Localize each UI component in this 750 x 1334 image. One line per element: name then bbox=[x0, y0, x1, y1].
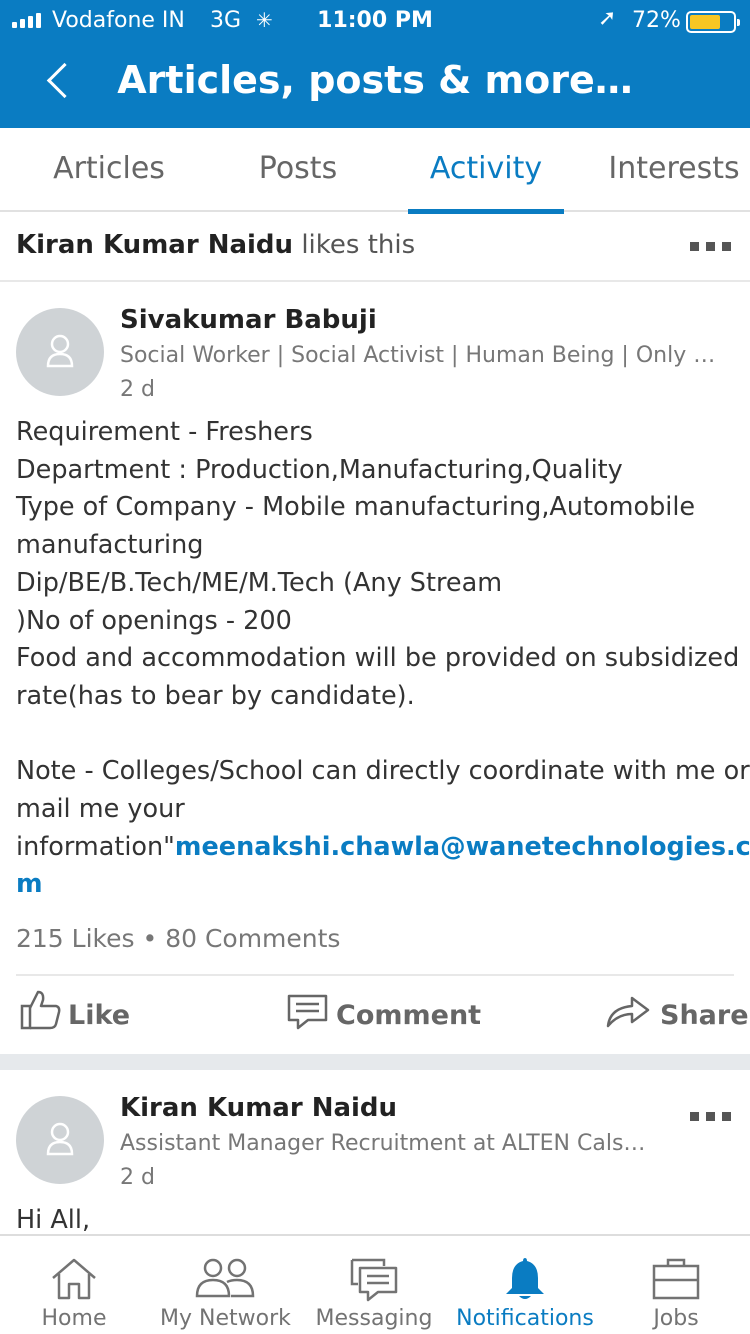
post-body-line: rate(has to bear by candidate). bbox=[16, 680, 415, 711]
email-link[interactable]: meenakshi.chawla@wanetechnologies.co bbox=[175, 832, 750, 862]
more-options-icon[interactable] bbox=[690, 242, 734, 252]
home-icon bbox=[52, 1258, 96, 1300]
avatar[interactable] bbox=[16, 308, 104, 396]
like-label: Like bbox=[68, 1000, 131, 1031]
activity-action: likes this bbox=[301, 230, 416, 260]
post-author[interactable]: Sivakumar Babuji bbox=[120, 305, 377, 335]
more-options-icon[interactable] bbox=[690, 1112, 734, 1122]
share-icon bbox=[606, 996, 650, 1028]
post-body-line: m bbox=[16, 866, 736, 904]
post-body-line: Requirement - Freshers bbox=[16, 417, 313, 447]
nav-notifications[interactable]: Notifications bbox=[456, 1236, 594, 1334]
app-header: Vodafone IN 3G ✳ 11:00 PM ➚ 72% Articles… bbox=[0, 0, 750, 128]
nav-jobs[interactable]: Jobs bbox=[616, 1236, 736, 1334]
likes-count[interactable]: 215 Likes bbox=[16, 924, 135, 953]
comments-count[interactable]: 80 Comments bbox=[165, 924, 340, 953]
activity-text: Kiran Kumar Naidu likes this bbox=[16, 230, 415, 260]
tab-posts[interactable]: Posts bbox=[204, 128, 392, 212]
comment-label: Comment bbox=[336, 1000, 482, 1031]
nav-notifications-label: Notifications bbox=[456, 1306, 594, 1331]
post-author[interactable]: Kiran Kumar Naidu bbox=[120, 1093, 397, 1123]
network-icon bbox=[195, 1258, 255, 1298]
thumbs-up-icon bbox=[20, 990, 61, 1030]
page-title: Articles, posts & more… bbox=[117, 58, 633, 102]
status-bar: Vodafone IN 3G ✳ 11:00 PM ➚ 72% bbox=[0, 0, 750, 40]
person-icon bbox=[46, 334, 74, 368]
post-body-prefix: information" bbox=[16, 831, 175, 862]
post-author-headline: Assistant Manager Recruitment at ALTEN C… bbox=[120, 1131, 650, 1156]
post-time: 2 d bbox=[120, 377, 155, 402]
bottom-nav: Home My Network Messaging Notifications bbox=[0, 1234, 750, 1334]
nav-my-network[interactable]: My Network bbox=[160, 1236, 291, 1334]
post-body-line: )No of openings - 200 bbox=[16, 605, 292, 636]
feed-separator bbox=[0, 1054, 750, 1070]
nav-jobs-label: Jobs bbox=[653, 1306, 699, 1331]
battery-icon bbox=[686, 11, 740, 33]
like-button[interactable]: Like bbox=[18, 986, 131, 1046]
location-arrow-icon: ➚ bbox=[598, 6, 617, 31]
tab-articles[interactable]: Articles bbox=[14, 128, 204, 212]
share-button[interactable]: Share bbox=[604, 986, 749, 1046]
battery-fill bbox=[690, 15, 720, 29]
post-body-line: Note - Colleges/School can directly coor… bbox=[16, 756, 750, 787]
tab-interests[interactable]: Interests bbox=[598, 128, 750, 212]
activity-header: Kiran Kumar Naidu likes this bbox=[0, 212, 750, 282]
post-body-line: Type of Company - Mobile manufacturing,A… bbox=[16, 492, 696, 523]
divider bbox=[16, 974, 734, 976]
nav-my-network-label: My Network bbox=[160, 1306, 291, 1331]
comment-button[interactable]: Comment bbox=[286, 986, 481, 1046]
avatar[interactable] bbox=[16, 1096, 104, 1184]
share-label: Share bbox=[660, 1000, 749, 1031]
post-time: 2 d bbox=[120, 1165, 155, 1190]
post-body-line: Department : Production,Manufacturing,Qu… bbox=[16, 454, 623, 485]
social-counts: 215 Likes • 80 Comments bbox=[16, 924, 340, 953]
count-separator: • bbox=[142, 924, 158, 953]
email-link-cont[interactable]: m bbox=[16, 869, 43, 899]
messaging-icon bbox=[350, 1258, 398, 1302]
post-body: Requirement - Freshers Department : Prod… bbox=[16, 414, 750, 904]
briefcase-icon bbox=[652, 1258, 700, 1300]
person-icon bbox=[46, 1122, 74, 1156]
post-author-headline: Social Worker | Social Activist | Human … bbox=[120, 343, 728, 368]
nav-home-label: Home bbox=[41, 1306, 107, 1331]
nav-messaging-label: Messaging bbox=[315, 1306, 433, 1331]
post-body-line: manufacturing bbox=[16, 530, 204, 561]
post-body-blank-line bbox=[16, 716, 736, 754]
battery-percent: 72% bbox=[632, 8, 681, 33]
post-body-line: Dip/BE/B.Tech/ME/M.Tech (Any Stream bbox=[16, 567, 503, 598]
nav-home[interactable]: Home bbox=[14, 1236, 134, 1334]
bell-icon bbox=[506, 1258, 544, 1299]
post-body-line: mail me your bbox=[16, 794, 185, 825]
post-body-line: information"meenakshi.chawla@wanetechnol… bbox=[16, 829, 750, 867]
tab-bar: Articles Posts Activity Interests bbox=[0, 128, 750, 214]
tab-activity[interactable]: Activity bbox=[408, 128, 564, 214]
post-body-line: Food and accommodation will be provided … bbox=[16, 643, 740, 674]
comment-icon bbox=[287, 994, 328, 1030]
activity-actor[interactable]: Kiran Kumar Naidu bbox=[16, 230, 293, 260]
nav-messaging[interactable]: Messaging bbox=[314, 1236, 434, 1334]
